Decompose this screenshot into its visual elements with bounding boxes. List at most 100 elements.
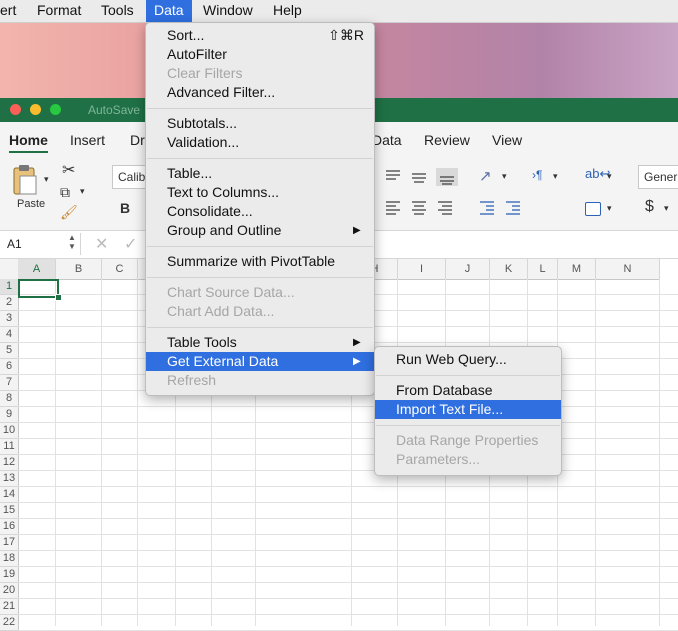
row-header-7[interactable]: 7	[0, 375, 19, 391]
align-bottom-icon[interactable]	[436, 168, 458, 186]
column-header-i[interactable]: I	[398, 259, 446, 280]
fill-handle[interactable]	[55, 294, 62, 301]
get-external-data-submenu: Run Web Query... From Database Import Text…	[374, 346, 562, 476]
menu-item-validation[interactable]: Validation...	[146, 133, 374, 152]
menu-item-summarize-with-pivottable[interactable]: Summarize with PivotTable	[146, 252, 374, 271]
copy-icon[interactable]: ⧉	[60, 184, 70, 201]
row-header-10[interactable]: 10	[0, 423, 19, 439]
row-header-19[interactable]: 19	[0, 567, 19, 583]
menu-item-table-tools[interactable]: Table Tools ▶	[146, 333, 374, 352]
bold-button[interactable]: B	[120, 200, 130, 216]
row-header-8[interactable]: 8	[0, 391, 19, 407]
tab-draw[interactable]: Dr	[130, 132, 145, 148]
column-header-n[interactable]: N	[596, 259, 660, 280]
text-direction-icon[interactable]: ›¶	[532, 168, 542, 182]
paste-button[interactable]	[12, 162, 38, 196]
menubar-item-window[interactable]: Window	[203, 2, 253, 18]
row-header-17[interactable]: 17	[0, 535, 19, 551]
menubar-item-tools[interactable]: Tools	[101, 2, 134, 18]
menu-item-autofilter[interactable]: AutoFilter	[146, 45, 374, 64]
currency-chevron-icon[interactable]: ▾	[664, 203, 669, 214]
tab-review[interactable]: Review	[424, 132, 470, 148]
menu-item-group-and-outline[interactable]: Group and Outline ▶	[146, 221, 374, 240]
format-painter-icon[interactable]: 🖌	[60, 204, 78, 221]
menu-item-table[interactable]: Table...	[146, 164, 374, 183]
menu-item-label: From Database	[396, 382, 493, 398]
menubar-item-data[interactable]: Data	[146, 0, 192, 22]
row-header-18[interactable]: 18	[0, 551, 19, 567]
tab-home[interactable]: Home	[9, 132, 48, 153]
zoom-window-button[interactable]	[50, 104, 61, 115]
column-header-k[interactable]: K	[490, 259, 528, 280]
submenu-arrow-icon: ▶	[353, 356, 361, 367]
select-all-corner[interactable]	[0, 259, 19, 280]
close-window-button[interactable]	[10, 104, 21, 115]
menu-item-run-web-query[interactable]: Run Web Query...	[375, 350, 561, 369]
confirm-edit-icon[interactable]: ✓	[124, 234, 137, 254]
align-right-icon[interactable]	[438, 200, 454, 216]
tab-data[interactable]: Data	[372, 132, 402, 148]
menubar-item-help[interactable]: Help	[273, 2, 302, 18]
currency-format-button[interactable]: $	[645, 198, 654, 216]
tab-view[interactable]: View	[492, 132, 522, 148]
menu-item-advanced-filter[interactable]: Advanced Filter...	[146, 83, 374, 102]
row-header-6[interactable]: 6	[0, 359, 19, 375]
cancel-edit-icon[interactable]: ✕	[95, 234, 108, 254]
decrease-indent-icon[interactable]	[478, 200, 496, 216]
row-header-9[interactable]: 9	[0, 407, 19, 423]
minimize-window-button[interactable]	[30, 104, 41, 115]
row-header-2[interactable]: 2	[0, 295, 19, 311]
row-gridline	[18, 566, 678, 567]
column-header-j[interactable]: J	[446, 259, 490, 280]
merge-center-chevron-icon[interactable]: ▾	[607, 203, 612, 214]
row-header-22[interactable]: 22	[0, 615, 19, 631]
row-header-4[interactable]: 4	[0, 327, 19, 343]
menu-item-label: Get External Data	[167, 353, 279, 369]
increase-indent-icon[interactable]	[504, 200, 522, 216]
number-format-field[interactable]: Gener	[638, 165, 678, 189]
paste-menu-chevron-icon[interactable]: ▾	[44, 174, 49, 185]
menu-item-get-external-data[interactable]: Get External Data ▶	[146, 352, 374, 371]
align-left-icon[interactable]	[386, 200, 402, 216]
wrap-text-chevron-icon[interactable]: ▾	[607, 171, 612, 182]
column-header-a[interactable]: A	[18, 259, 56, 281]
row-header-5[interactable]: 5	[0, 343, 19, 359]
menu-separator	[147, 327, 373, 328]
row-header-21[interactable]: 21	[0, 599, 19, 615]
merge-center-icon[interactable]	[585, 202, 601, 216]
name-box[interactable]: A1 ▲ ▼	[0, 233, 81, 255]
row-header-12[interactable]: 12	[0, 455, 19, 471]
row-header-20[interactable]: 20	[0, 583, 19, 599]
row-header-14[interactable]: 14	[0, 487, 19, 503]
row-header-15[interactable]: 15	[0, 503, 19, 519]
row-header-13[interactable]: 13	[0, 471, 19, 487]
column-header-l[interactable]: L	[528, 259, 558, 280]
cut-icon[interactable]: ✂	[62, 160, 75, 180]
align-center-icon[interactable]	[412, 200, 428, 216]
menu-item-consolidate[interactable]: Consolidate...	[146, 202, 374, 221]
column-header-m[interactable]: M	[558, 259, 596, 280]
align-middle-icon[interactable]	[412, 168, 430, 186]
row-header-3[interactable]: 3	[0, 311, 19, 327]
row-header-16[interactable]: 16	[0, 519, 19, 535]
menu-item-text-to-columns[interactable]: Text to Columns...	[146, 183, 374, 202]
copy-menu-chevron-icon[interactable]: ▾	[80, 186, 85, 197]
text-direction-chevron-icon[interactable]: ▾	[553, 171, 558, 182]
align-top-icon[interactable]	[386, 168, 404, 186]
orientation-chevron-icon[interactable]: ▾	[502, 171, 507, 182]
name-box-stepper-icon[interactable]: ▲ ▼	[68, 233, 76, 251]
menubar-item-insert[interactable]: ert	[0, 2, 16, 18]
tab-insert[interactable]: Insert	[70, 132, 105, 148]
row-header-1[interactable]: 1	[0, 279, 19, 295]
menubar-item-format[interactable]: Format	[37, 2, 81, 18]
column-header-c[interactable]: C	[102, 259, 138, 280]
menu-item-subtotals[interactable]: Subtotals...	[146, 114, 374, 133]
row-header-11[interactable]: 11	[0, 439, 19, 455]
menu-item-from-database[interactable]: From Database	[375, 381, 561, 400]
column-gridline	[137, 279, 138, 626]
orientation-icon[interactable]: ↗	[479, 167, 492, 185]
menu-item-import-text-file[interactable]: Import Text File...	[375, 400, 561, 419]
selected-cell-a1[interactable]	[18, 279, 59, 298]
menu-item-sort[interactable]: Sort... ⇧⌘R	[146, 26, 374, 45]
column-header-b[interactable]: B	[56, 259, 102, 280]
